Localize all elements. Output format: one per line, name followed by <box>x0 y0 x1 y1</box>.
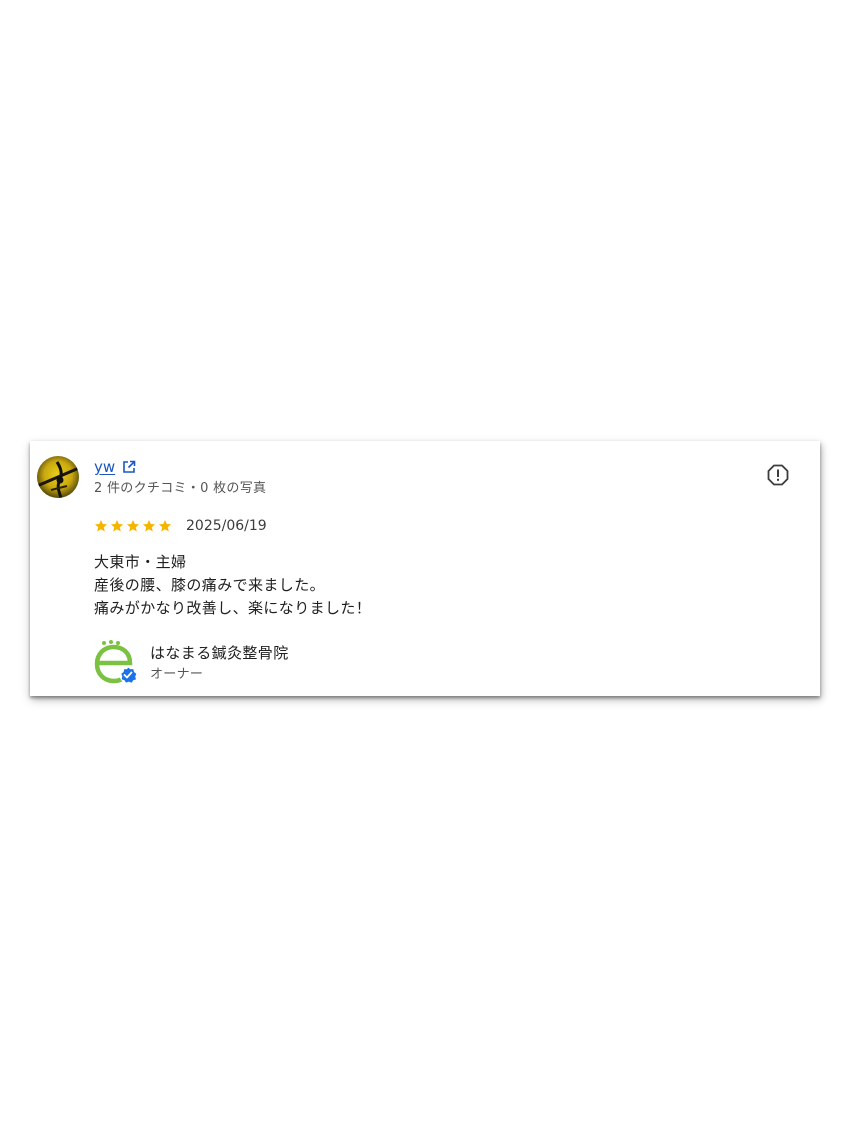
star-icon <box>110 520 124 532</box>
reviewer-avatar[interactable] <box>37 456 79 498</box>
rating-row: 2025/06/19 <box>94 517 267 535</box>
reviewer-name-row: yw <box>94 457 137 477</box>
reviewer-name-link[interactable]: yw <box>94 457 115 477</box>
page: yw 2 件のクチコミ・0 枚の写真 2025/06/19 大東市・主婦 産後の… <box>0 0 852 1136</box>
star-icon <box>142 520 156 532</box>
verified-badge-icon <box>119 666 137 684</box>
report-flag-icon[interactable] <box>767 464 789 486</box>
review-text-line: 痛みがかなり改善し、楽になりました！ <box>94 599 372 617</box>
logo-dot <box>109 640 113 644</box>
open-external-icon[interactable] <box>121 459 137 475</box>
star-icon <box>94 520 108 532</box>
reviewer-stats: 2 件のクチコミ・0 枚の写真 <box>94 481 267 496</box>
owner-logo <box>93 639 137 685</box>
star-icon <box>158 520 172 532</box>
review-card: yw 2 件のクチコミ・0 枚の写真 2025/06/19 大東市・主婦 産後の… <box>30 441 820 696</box>
logo-dot <box>116 641 120 645</box>
review-text-line: 産後の腰、膝の痛みで来ました。 <box>94 576 326 594</box>
owner-name: はなまる鍼灸整骨院 <box>150 644 289 662</box>
avatar-photo-icon <box>37 456 79 498</box>
star-icon <box>126 520 140 532</box>
star-rating <box>94 519 172 533</box>
owner-role: オーナー <box>150 667 204 682</box>
review-date: 2025/06/19 <box>186 518 267 534</box>
review-text: 大東市・主婦 産後の腰、膝の痛みで来ました。 痛みがかなり改善し、楽になりました… <box>94 551 371 620</box>
logo-dot <box>102 641 106 645</box>
review-text-line: 大東市・主婦 <box>94 553 187 571</box>
